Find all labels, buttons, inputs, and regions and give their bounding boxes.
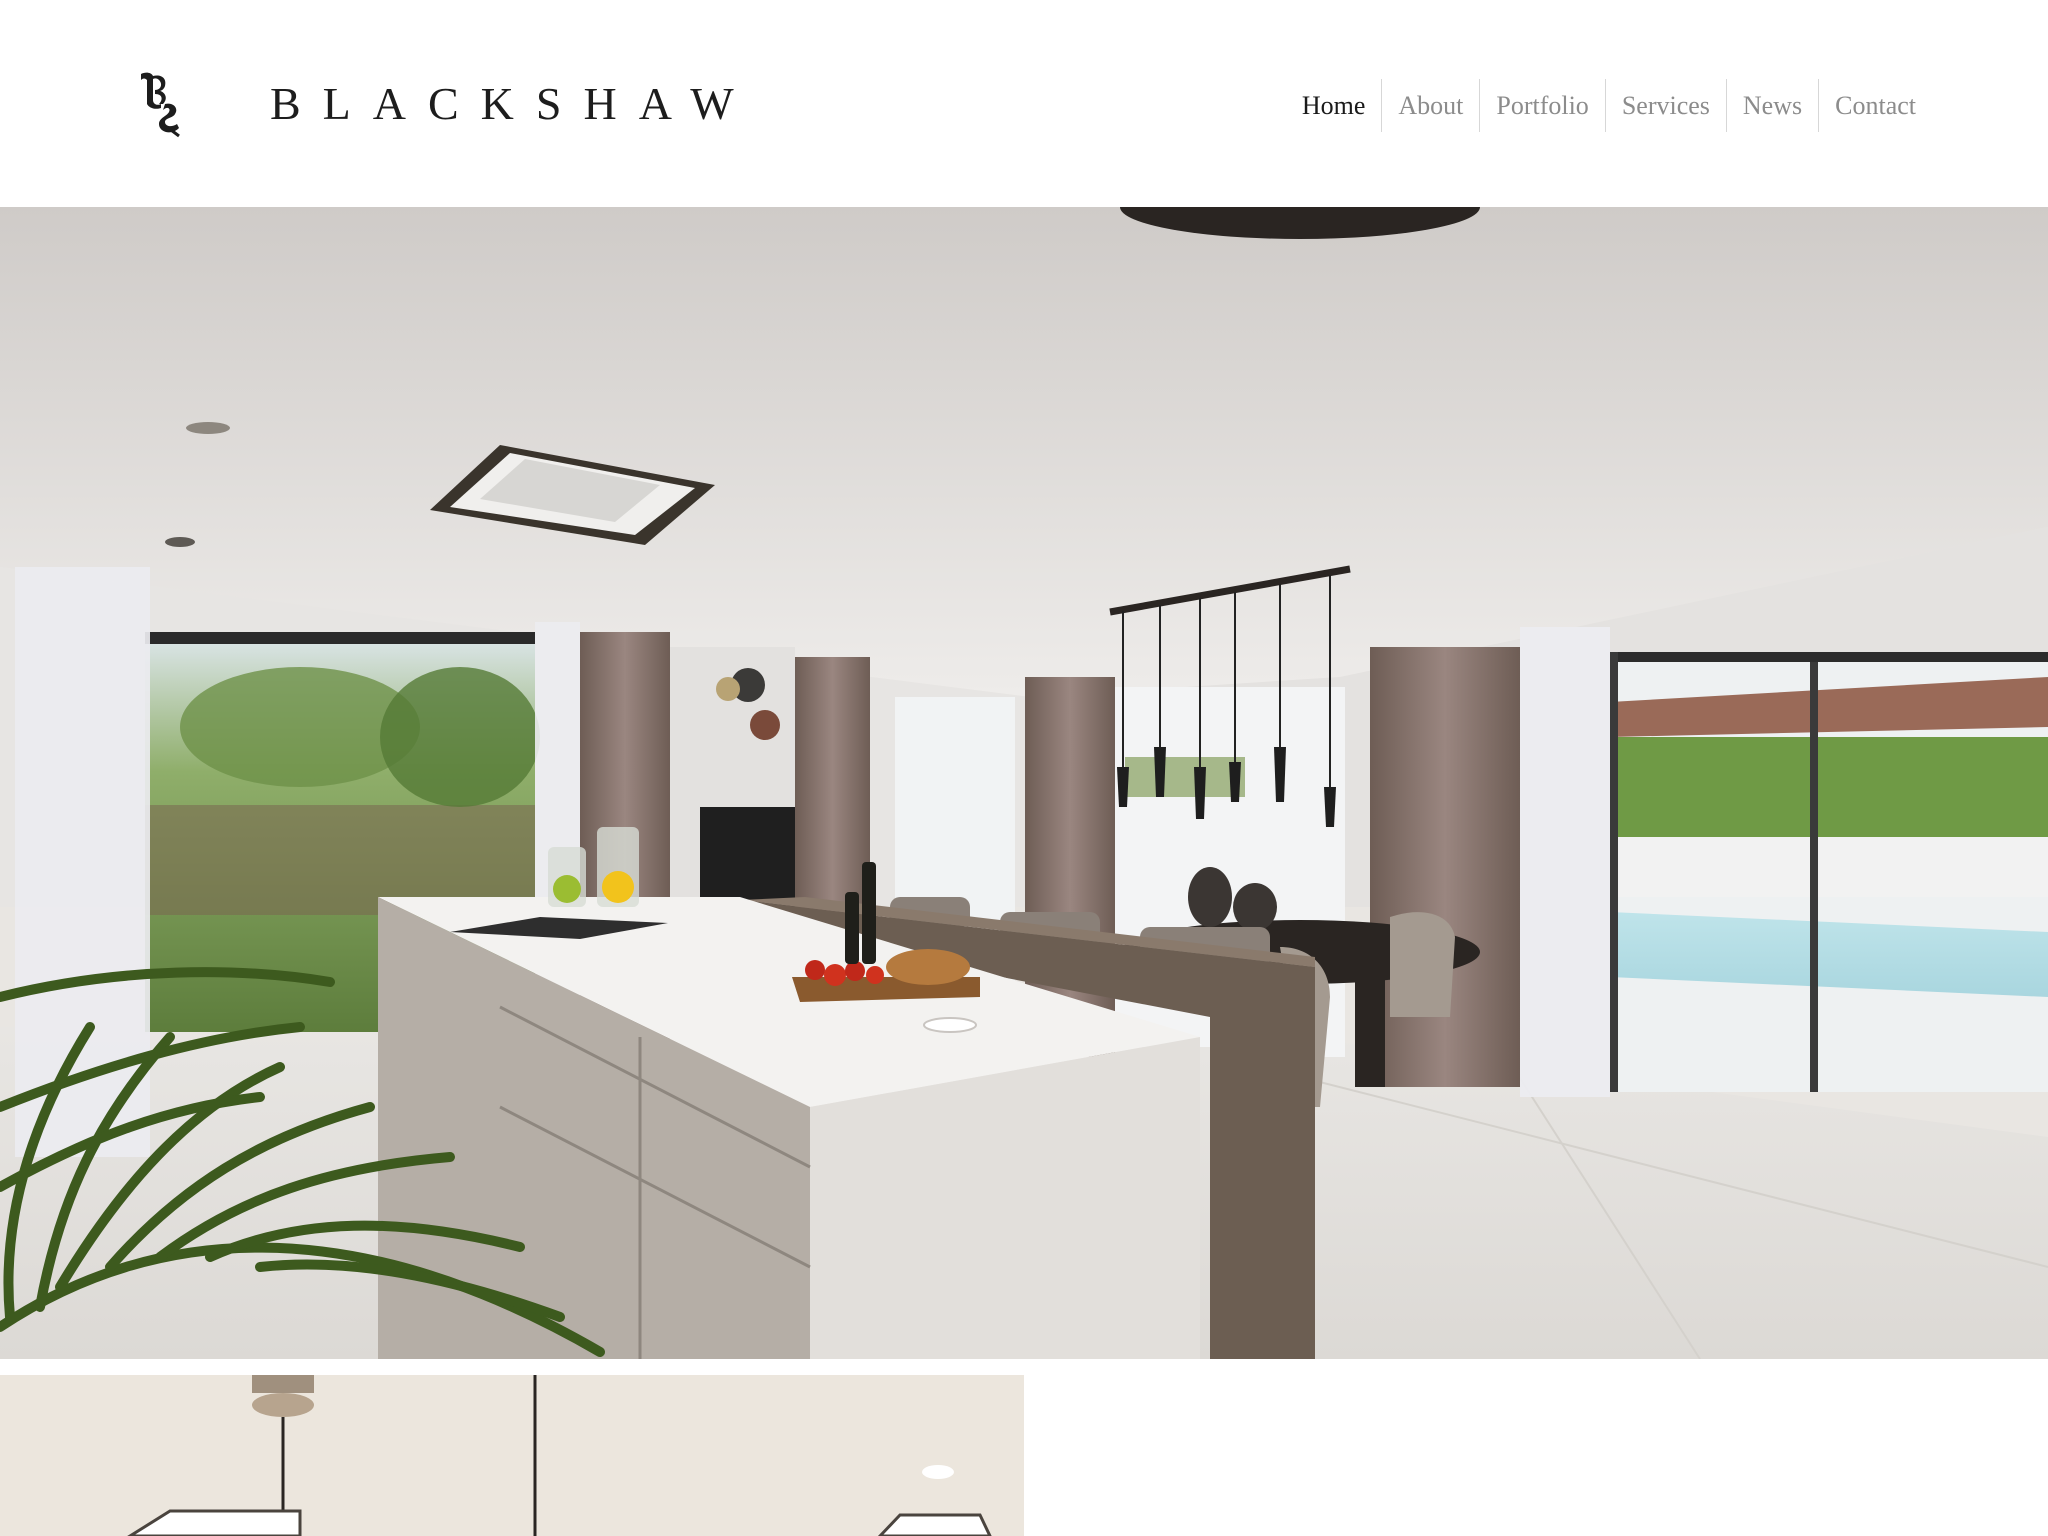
bs-monogram-icon (141, 72, 180, 138)
main-nav: Home About Portfolio Services News Conta… (1286, 79, 1932, 132)
hero-kitchen-photo[interactable] (0, 207, 2048, 1359)
nav-item-services[interactable]: Services (1604, 79, 1726, 132)
nav-item-contact[interactable]: Contact (1818, 79, 1932, 132)
nav-item-news[interactable]: News (1725, 79, 1818, 132)
nav-item-portfolio[interactable]: Portfolio (1479, 79, 1604, 132)
nav-item-home[interactable]: Home (1286, 79, 1382, 132)
site-header: BLACKSHAW Home About Portfolio Services … (0, 0, 2048, 207)
brand-name[interactable]: BLACKSHAW (270, 74, 756, 134)
interior-pendant-image (0, 1375, 1024, 1536)
project-photo-2[interactable] (0, 1375, 1024, 1536)
kitchen-interior-image (0, 207, 2048, 1359)
nav-item-about[interactable]: About (1381, 79, 1479, 132)
